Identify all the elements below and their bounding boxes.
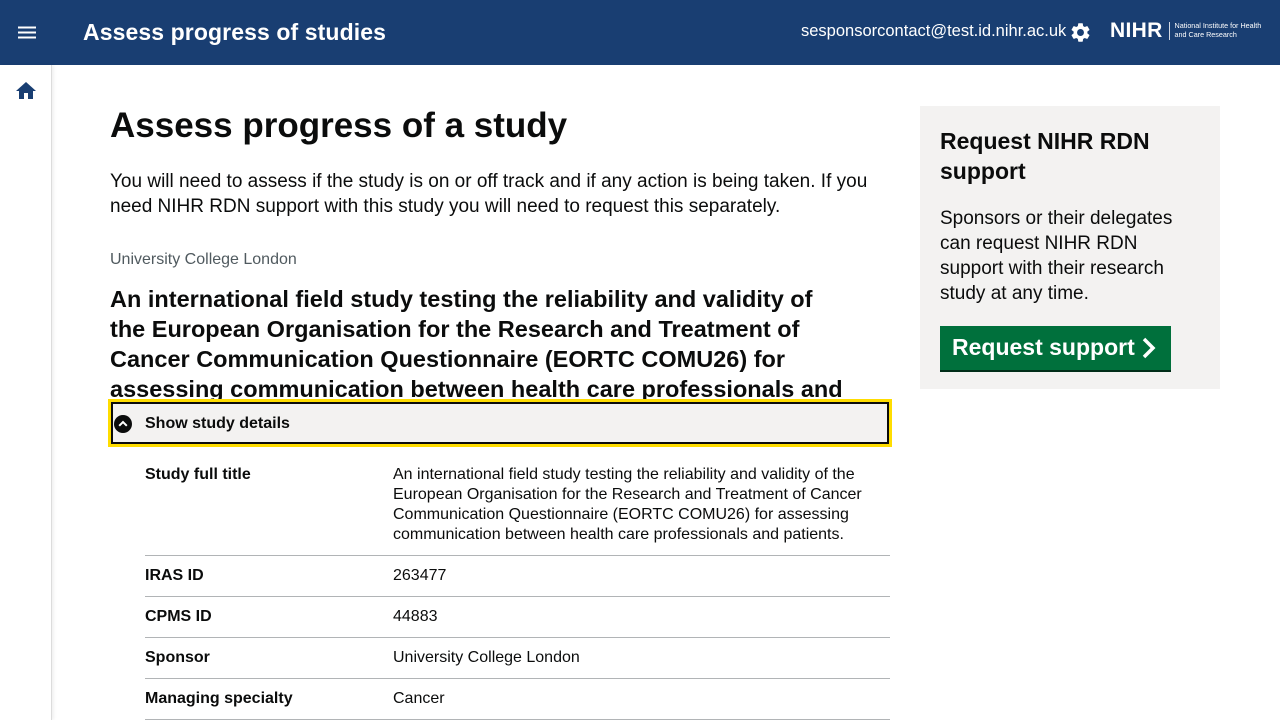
summary-value: Cancer bbox=[393, 690, 445, 707]
app-title: Assess progress of studies bbox=[83, 19, 386, 45]
summary-key: IRAS ID bbox=[145, 567, 204, 584]
panel-body: Sponsors or their delegates can request … bbox=[940, 208, 1173, 304]
nihr-logo[interactable]: NIHR National Institute for Health and C… bbox=[1110, 19, 1275, 43]
summary-value: 263477 bbox=[393, 567, 447, 584]
summary-key: Managing specialty bbox=[145, 690, 293, 707]
summary-value: An international field study testing the… bbox=[393, 466, 862, 543]
top-header-bar: Assess progress of studies sesponsorcont… bbox=[0, 0, 1280, 65]
details-toggle-label: Show study details bbox=[145, 415, 290, 432]
logo-wordmark: NIHR bbox=[1110, 19, 1163, 42]
gear-icon[interactable] bbox=[1069, 21, 1092, 44]
logo-divider bbox=[1168, 22, 1170, 40]
logo-subtitle: National Institute for Health and Care R… bbox=[1174, 21, 1262, 39]
page-title: Assess progress of a study bbox=[110, 106, 568, 145]
home-icon[interactable] bbox=[14, 79, 38, 103]
chevron-right-icon bbox=[1139, 337, 1159, 359]
summary-row-sponsor: Sponsor University College London bbox=[145, 638, 890, 679]
summary-key: CPMS ID bbox=[145, 608, 212, 625]
side-navigation bbox=[0, 65, 52, 720]
main-content: Assess progress of a study You will need… bbox=[110, 106, 890, 434]
summary-key: Study full title bbox=[145, 466, 251, 483]
chevron-up-icon bbox=[114, 415, 132, 433]
summary-row-iras-id: IRAS ID 263477 bbox=[145, 556, 890, 597]
intro-text: You will need to assess if the study is … bbox=[110, 171, 868, 217]
panel-title: Request NIHR RDN support bbox=[940, 128, 1150, 184]
summary-key: Sponsor bbox=[145, 649, 210, 666]
study-details-list: Study full title An international field … bbox=[145, 463, 890, 720]
request-support-button[interactable]: Request support bbox=[940, 326, 1171, 370]
summary-row-managing-specialty: Managing specialty Cancer bbox=[145, 679, 890, 720]
menu-icon[interactable] bbox=[13, 19, 41, 47]
request-support-panel: Request NIHR RDN support Sponsors or the… bbox=[920, 106, 1220, 389]
summary-row-full-title: Study full title An international field … bbox=[145, 463, 890, 556]
summary-value: University College London bbox=[393, 649, 580, 666]
summary-value: 44883 bbox=[393, 608, 438, 625]
user-email: sesponsorcontact@test.id.nihr.ac.uk bbox=[801, 22, 1067, 40]
organisation-caption: University College London bbox=[110, 251, 297, 268]
show-study-details-toggle[interactable]: Show study details bbox=[108, 399, 892, 447]
request-support-label: Request support bbox=[952, 334, 1135, 360]
summary-row-cpms-id: CPMS ID 44883 bbox=[145, 597, 890, 638]
